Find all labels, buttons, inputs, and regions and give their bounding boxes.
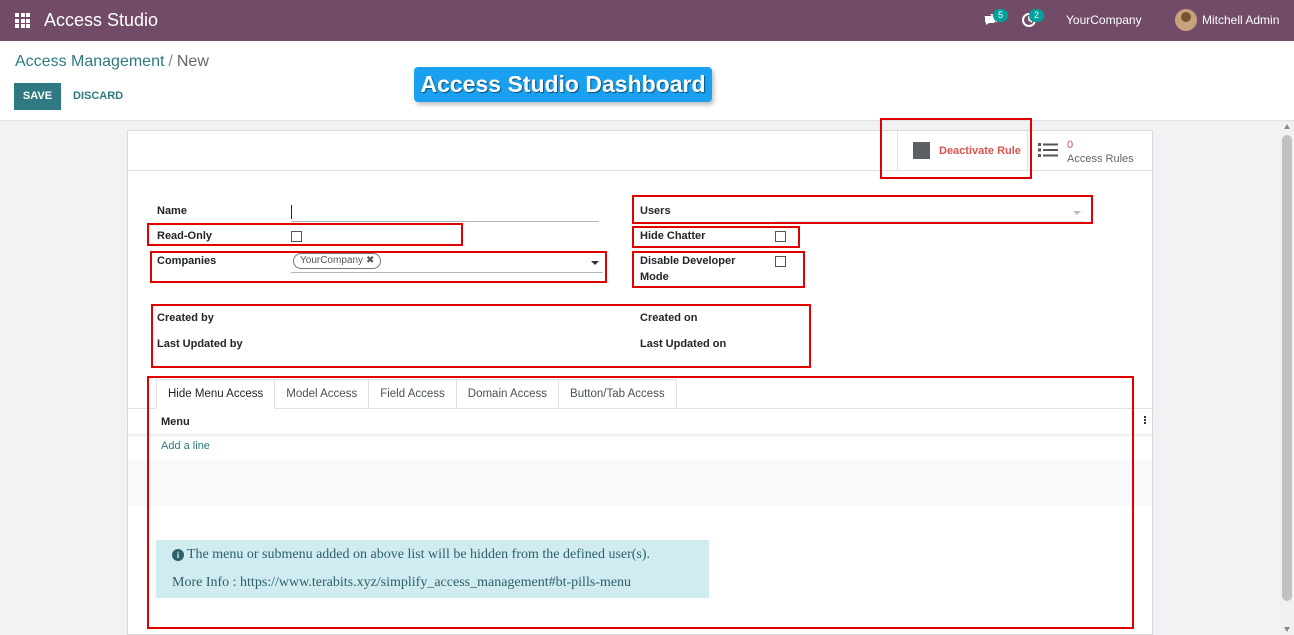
created-by-label: Created by: [157, 312, 214, 324]
company-switcher[interactable]: YourCompany: [1066, 13, 1142, 27]
name-label: Name: [157, 205, 187, 217]
info-alert: i The menu or submenu added on above list…: [156, 540, 709, 598]
activities-badge: 2: [1029, 9, 1044, 22]
breadcrumb-parent-link[interactable]: Access Management: [15, 53, 164, 70]
apps-menu-icon[interactable]: [15, 13, 30, 28]
company-tag-label: YourCompany: [300, 255, 364, 266]
companies-label: Companies: [157, 255, 217, 267]
list-icon: [1038, 143, 1058, 157]
hide-chatter-label: Hide Chatter: [640, 230, 706, 242]
button-box: Deactivate Rule 0 Access Rules: [128, 131, 1152, 171]
info-circle-icon: i: [172, 549, 184, 561]
users-field[interactable]: [775, 202, 1085, 222]
access-rules-count: 0: [1067, 139, 1074, 151]
list-header: Menu: [128, 409, 1152, 435]
user-menu[interactable]: Mitchell Admin: [1202, 13, 1279, 27]
app-title[interactable]: Access Studio: [44, 10, 158, 31]
scroll-down-arrow-icon[interactable]: [1284, 627, 1290, 632]
disable-developer-label-line1: Disable Developer: [640, 255, 736, 267]
tab-hide-menu-access[interactable]: Hide Menu Access: [156, 379, 276, 409]
empty-list-row: [128, 483, 1152, 506]
deactivate-rule-button[interactable]: Deactivate Rule: [897, 131, 1027, 171]
access-rules-label: Access Rules: [1067, 153, 1134, 165]
notebook-tabs: Hide Menu Access Model Access Field Acce…: [156, 379, 677, 409]
company-tag[interactable]: YourCompany ✖: [293, 253, 382, 269]
remove-tag-icon[interactable]: ✖: [366, 255, 374, 266]
breadcrumb: Access Management / New: [15, 53, 209, 71]
name-field[interactable]: [291, 202, 599, 222]
optional-columns-icon[interactable]: [1144, 416, 1146, 426]
text-cursor: [291, 205, 292, 219]
dropdown-caret-icon[interactable]: [591, 261, 599, 265]
vertical-scrollbar[interactable]: [1280, 121, 1294, 635]
disable-developer-label-line2: Mode: [640, 271, 669, 283]
tab-domain-access[interactable]: Domain Access: [456, 379, 560, 409]
column-header-menu[interactable]: Menu: [161, 416, 190, 428]
save-button[interactable]: SAVE: [14, 83, 61, 110]
dropdown-caret-icon[interactable]: [1073, 211, 1081, 215]
breadcrumb-separator: /: [168, 53, 173, 70]
tab-model-access[interactable]: Model Access: [275, 379, 370, 409]
read-only-checkbox[interactable]: [291, 231, 302, 242]
created-on-label: Created on: [640, 312, 698, 324]
info-line-1: i The menu or submenu added on above list…: [172, 547, 650, 563]
empty-list-row: [128, 460, 1152, 483]
disable-developer-mode-checkbox[interactable]: [775, 256, 786, 267]
info-text: The menu or submenu added on above list …: [187, 547, 651, 562]
control-panel: Access Management / New SAVE DISCARD Acces…: [0, 41, 1294, 121]
breadcrumb-current: New: [176, 53, 209, 70]
form-sheet: Deactivate Rule 0 Access Rules Name Read…: [127, 130, 1153, 635]
last-updated-by-label: Last Updated by: [157, 338, 243, 350]
access-rules-smart-button[interactable]: 0 Access Rules: [1027, 131, 1152, 171]
hide-chatter-checkbox[interactable]: [775, 231, 786, 242]
scroll-thumb[interactable]: [1282, 135, 1292, 601]
scroll-up-arrow-icon[interactable]: [1284, 124, 1290, 129]
add-a-line-link[interactable]: Add a line: [161, 440, 210, 452]
disable-developer-mode-label: Disable Developer Mode: [640, 255, 735, 283]
last-updated-on-label: Last Updated on: [640, 338, 727, 350]
info-line-2: More Info : https://www.terabits.xyz/sim…: [172, 575, 632, 590]
discard-button[interactable]: DISCARD: [73, 83, 123, 110]
messages-badge: 5: [993, 9, 1008, 22]
read-only-label: Read-Only: [157, 230, 213, 242]
dashboard-banner: Access Studio Dashboard: [414, 67, 712, 102]
users-label: Users: [640, 205, 671, 217]
top-navbar: Access Studio 5 2 YourCompany Mitchell A…: [0, 0, 1294, 41]
deactivate-rule-label: Deactivate Rule: [939, 145, 1021, 157]
tab-button-tab-access[interactable]: Button/Tab Access: [559, 379, 677, 409]
stop-square-icon: [913, 142, 930, 159]
companies-field[interactable]: YourCompany ✖: [291, 253, 603, 273]
user-avatar[interactable]: [1175, 9, 1197, 31]
tab-field-access[interactable]: Field Access: [369, 379, 457, 409]
